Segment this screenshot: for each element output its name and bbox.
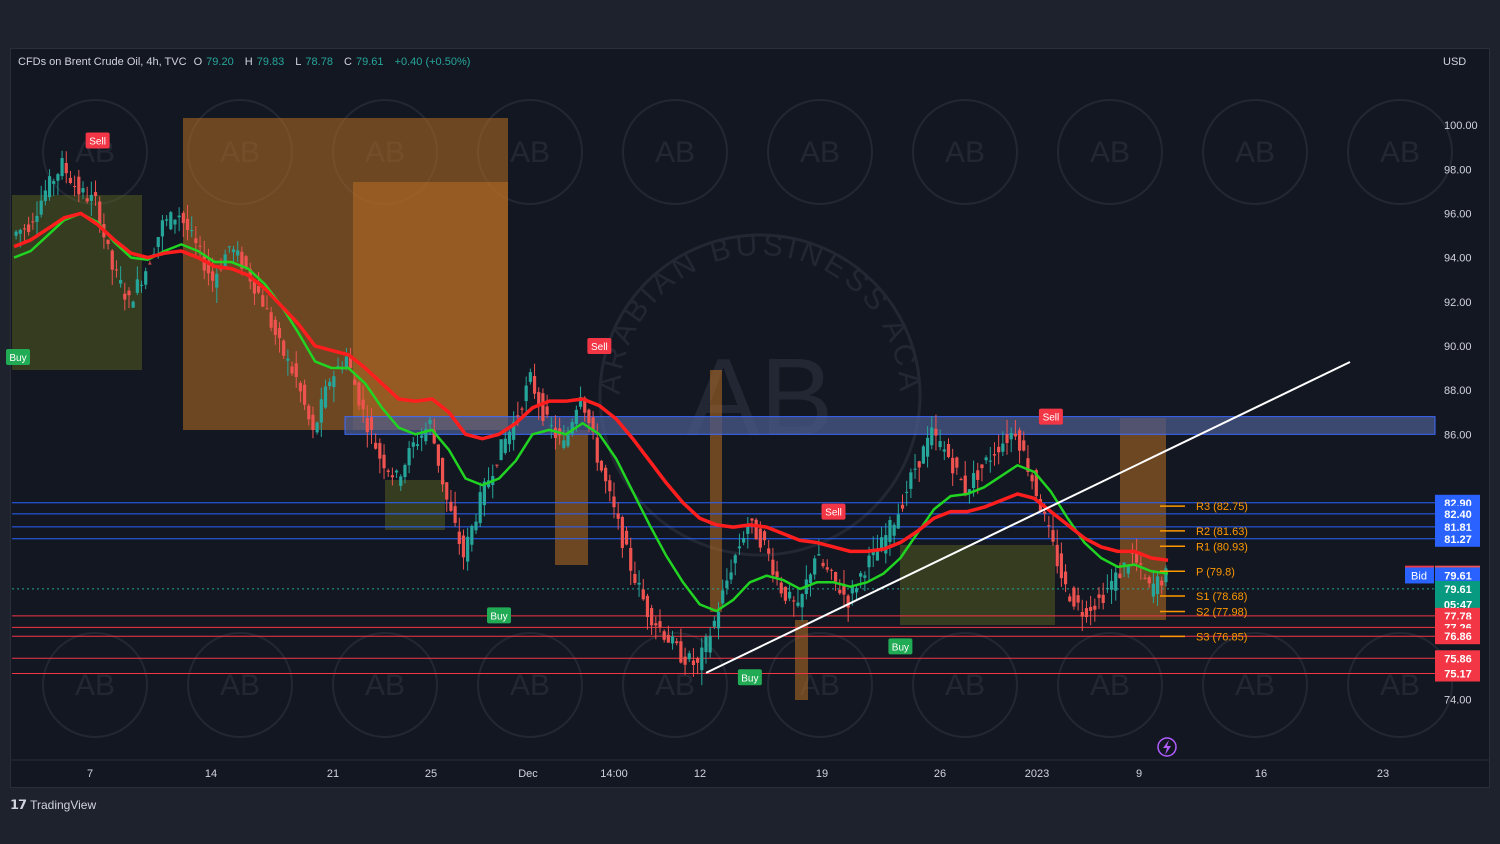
symbol-title: CFDs on Brent Crude Oil, 4h, TVC — [18, 56, 187, 68]
currency-label[interactable]: USD — [1443, 56, 1466, 68]
symbol-header: CFDs on Brent Crude Oil, 4h, TVC O 79.20 … — [18, 56, 474, 68]
high-label: H — [244, 56, 253, 68]
change-value: +0.40 (+0.50%) — [394, 56, 471, 68]
low-value: 78.78 — [305, 56, 333, 68]
footer-brand: 𝟭𝟳 TradingView — [10, 797, 96, 813]
close-label: C — [344, 56, 352, 68]
chart-panel[interactable] — [10, 48, 1490, 788]
brand-text: TradingView — [30, 798, 97, 812]
low-label: L — [295, 56, 302, 68]
open-value: 79.20 — [206, 56, 234, 68]
close-value: 79.61 — [355, 56, 384, 68]
open-label: O — [193, 56, 203, 68]
high-value: 79.83 — [256, 56, 285, 68]
tradingview-logo-icon: 𝟭𝟳 — [10, 797, 27, 812]
